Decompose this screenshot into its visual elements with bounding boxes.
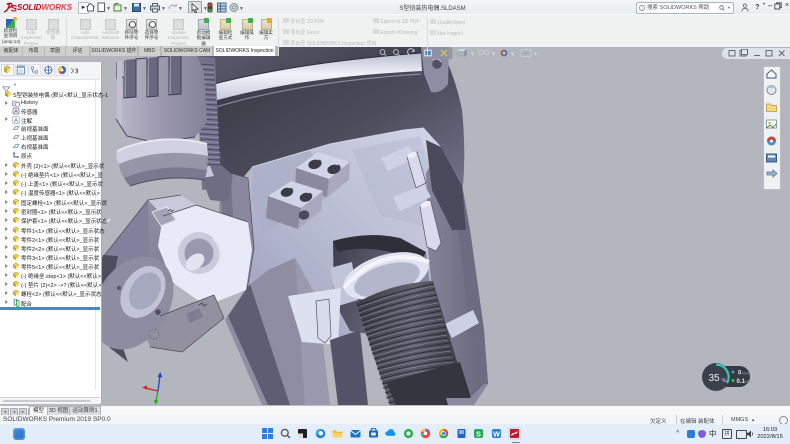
svg-text:KB/s: KB/s xyxy=(742,372,750,376)
svg-text:▼: ▼ xyxy=(533,52,538,58)
svg-text:A: A xyxy=(14,118,18,124)
svg-text:▼: ▼ xyxy=(142,6,147,12)
svg-text:S: S xyxy=(476,429,481,438)
svg-text:i: i xyxy=(642,5,643,10)
svg-text:▼: ▼ xyxy=(106,6,111,12)
svg-text:▼: ▼ xyxy=(123,6,128,12)
svg-text:▼: ▼ xyxy=(510,52,515,58)
svg-text:▼: ▼ xyxy=(161,6,166,12)
svg-text:KB/s: KB/s xyxy=(745,380,753,384)
svg-text:W: W xyxy=(493,429,501,438)
svg-text:▼: ▼ xyxy=(203,6,208,12)
svg-text:%: % xyxy=(722,378,727,384)
svg-text:35: 35 xyxy=(708,373,720,384)
svg-text:▼: ▼ xyxy=(239,6,244,12)
svg-text:▼: ▼ xyxy=(491,52,496,58)
svg-text:▼: ▼ xyxy=(470,52,475,58)
svg-text:▼: ▼ xyxy=(178,6,183,12)
